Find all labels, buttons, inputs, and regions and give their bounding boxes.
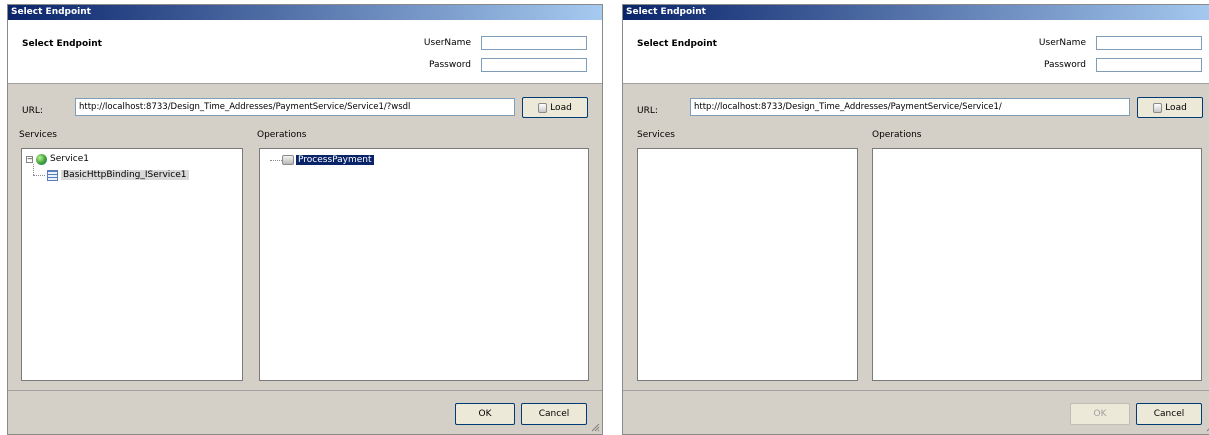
binding-name: BasicHttpBinding_IService1 xyxy=(61,170,189,180)
tree-connector xyxy=(270,160,282,161)
password-label: Password xyxy=(1043,60,1086,70)
resize-grip-icon[interactable] xyxy=(590,422,600,432)
url-input[interactable]: http://localhost:8733/Design_Time_Addres… xyxy=(75,98,515,116)
password-input[interactable] xyxy=(1096,58,1202,72)
username-label: UserName xyxy=(423,38,471,48)
service-name: Service1 xyxy=(50,154,89,164)
operation-icon xyxy=(282,155,294,165)
footer-divider xyxy=(8,390,602,391)
services-label: Services xyxy=(19,130,57,140)
dialog-header: Select Endpoint UserName Password xyxy=(623,20,1209,84)
load-icon xyxy=(1153,102,1163,113)
load-button-label: Load xyxy=(550,102,572,113)
url-label: URL: xyxy=(637,106,658,116)
username-input[interactable] xyxy=(481,36,587,50)
url-label: URL: xyxy=(22,106,43,116)
password-input[interactable] xyxy=(481,58,587,72)
operations-list[interactable]: ProcessPayment xyxy=(259,148,589,381)
load-button-label: Load xyxy=(1165,102,1187,113)
services-tree[interactable]: − Service1 BasicHttpBinding_IService1 xyxy=(21,148,243,381)
username-input[interactable] xyxy=(1096,36,1202,50)
cancel-button[interactable]: Cancel xyxy=(521,403,587,425)
footer-divider xyxy=(623,390,1209,391)
services-tree[interactable] xyxy=(637,148,858,381)
ok-button[interactable]: OK xyxy=(455,403,515,425)
load-icon xyxy=(538,102,548,113)
tree-connector xyxy=(33,164,34,175)
select-endpoint-dialog-2: Select Endpoint Select Endpoint UserName… xyxy=(622,4,1209,435)
services-label: Services xyxy=(637,130,675,140)
tree-node-binding[interactable]: BasicHttpBinding_IService1 xyxy=(47,169,189,181)
operations-list[interactable] xyxy=(872,148,1202,381)
url-input[interactable]: http://localhost:8733/Design_Time_Addres… xyxy=(690,98,1130,116)
service-globe-icon xyxy=(36,153,47,165)
window-title: Select Endpoint xyxy=(8,5,602,20)
password-label: Password xyxy=(428,60,471,70)
header-title: Select Endpoint xyxy=(22,39,102,49)
select-endpoint-dialog-1: Select Endpoint Select Endpoint UserName… xyxy=(7,4,603,435)
operations-label: Operations xyxy=(872,130,922,140)
load-button[interactable]: Load xyxy=(522,97,588,118)
tree-connector xyxy=(33,175,45,176)
username-label: UserName xyxy=(1038,38,1086,48)
binding-icon xyxy=(47,169,58,181)
window-title: Select Endpoint xyxy=(623,5,1209,20)
ok-button[interactable]: OK xyxy=(1070,403,1130,425)
cancel-button[interactable]: Cancel xyxy=(1136,403,1202,425)
load-button[interactable]: Load xyxy=(1137,97,1203,118)
operation-item[interactable]: ProcessPayment xyxy=(282,154,375,166)
operation-name: ProcessPayment xyxy=(295,154,375,166)
dialog-header: Select Endpoint UserName Password xyxy=(8,20,602,84)
tree-node-service[interactable]: − Service1 xyxy=(26,153,89,165)
collapse-icon[interactable]: − xyxy=(26,155,33,163)
operations-label: Operations xyxy=(257,130,307,140)
resize-grip-icon[interactable] xyxy=(1205,422,1209,432)
header-title: Select Endpoint xyxy=(637,39,717,49)
